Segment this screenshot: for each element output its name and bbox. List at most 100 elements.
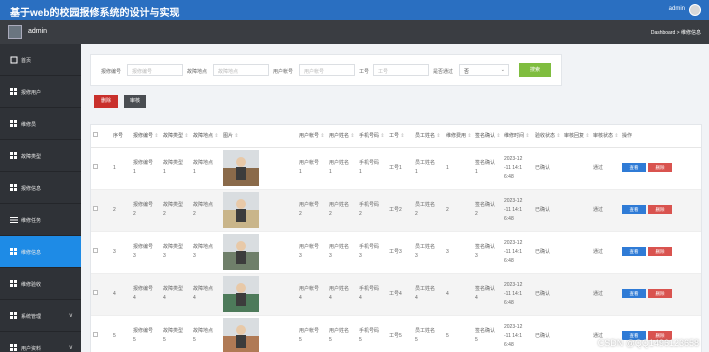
repair-photo[interactable] — [223, 276, 259, 312]
column-header[interactable]: 员工姓名 ⇕ — [413, 125, 444, 148]
cell-worker-no: 工号4 — [387, 273, 413, 316]
column-header[interactable]: 图片 ⇕ — [221, 125, 297, 148]
repair-photo[interactable] — [223, 192, 259, 228]
grid-icon — [10, 152, 18, 160]
cell-staff: 员工姓名 1 — [413, 147, 444, 190]
top-bar: 基于web的校园报修系统的设计与实现 admin — [0, 0, 709, 20]
cell-worker-no: 工号5 — [387, 315, 413, 352]
search-button[interactable]: 搜索 — [519, 63, 551, 77]
column-header-label: 员工姓名 — [415, 133, 436, 140]
column-header[interactable]: 故障地点 ⇕ — [191, 125, 221, 148]
column-header[interactable]: 用户姓名 ⇕ — [327, 125, 357, 148]
sidebar-item[interactable]: 故障类型 — [0, 140, 81, 172]
grid-icon — [10, 248, 18, 256]
view-button[interactable]: 查看 — [622, 163, 646, 172]
row-checkbox[interactable] — [93, 163, 98, 169]
column-header[interactable]: 验收状态 ⇕ — [533, 125, 562, 148]
sort-icon: ⇕ — [184, 133, 189, 140]
sidebar-item-label: 报修信息 — [21, 186, 42, 192]
row-actions: 查看 删除 — [620, 231, 701, 274]
grid-icon — [10, 280, 18, 288]
bulk-delete-button[interactable]: 删除 — [94, 95, 118, 108]
sidebar-item-label: 维修信息 — [21, 250, 42, 256]
chevron-down-icon: ∨ — [68, 313, 73, 319]
cell-user-name: 用户姓名 4 — [327, 273, 357, 316]
cell-staff: 员工姓名 3 — [413, 231, 444, 274]
worker-no-label: 工号 — [359, 69, 370, 75]
repair-no-input[interactable]: 报修编号 — [127, 64, 183, 76]
cell-user-name: 用户姓名 2 — [327, 189, 357, 232]
delete-button[interactable]: 删除 — [648, 289, 672, 298]
table-row[interactable]: 3 报修编号 3 故障类型 3 故障地点 3 用户帐号 3 用户姓名 3 手机号码 3 工号3… — [91, 231, 701, 274]
table-row[interactable]: 2 报修编号 2 故障类型 2 故障地点 2 用户帐号 2 用户姓名 2 手机号码 2 工号2… — [91, 189, 701, 232]
row-checkbox[interactable] — [93, 289, 98, 295]
column-header[interactable]: 报修编号 ⇕ — [131, 125, 161, 148]
current-user[interactable]: admin — [669, 6, 685, 12]
column-header[interactable]: 用户帐号 ⇕ — [297, 125, 327, 148]
sidebar-item[interactable]: 用户资料 ∨ — [0, 332, 81, 352]
cell-account: 用户帐号 4 — [297, 273, 327, 316]
repair-photo[interactable] — [223, 234, 259, 270]
cell-accept: 已确认 — [533, 147, 562, 190]
column-header-label: 故障类型 — [163, 133, 184, 140]
repair-photo[interactable] — [223, 150, 259, 186]
cell-repair-no: 报修编号 3 — [131, 231, 161, 274]
column-header[interactable]: 审核状态 ⇕ — [591, 125, 620, 148]
cell-time: 2023-12 -11 14:1 6:48 — [502, 231, 533, 274]
table-row[interactable]: 4 报修编号 4 故障类型 4 故障地点 4 用户帐号 4 用户姓名 4 手机号码 4 工号4… — [91, 273, 701, 316]
sidebar-item[interactable]: 报修信息 — [0, 172, 81, 204]
repair-no-label: 报修编号 — [101, 69, 122, 75]
cell-fault-loc: 故障地点 4 — [191, 273, 221, 316]
admin-logo-icon — [8, 25, 22, 39]
row-select-cell — [91, 231, 111, 274]
sidebar-item[interactable]: 维修信息 — [0, 236, 81, 268]
view-button[interactable]: 查看 — [622, 205, 646, 214]
repair-photo[interactable] — [223, 318, 259, 352]
view-button[interactable]: 查看 — [622, 247, 646, 256]
column-header[interactable]: 手机号码 ⇕ — [357, 125, 387, 148]
user-avatar[interactable] — [689, 4, 701, 16]
breadcrumb[interactable]: Dashboard > 维修信息 — [651, 29, 701, 36]
passed-select[interactable]: 否 ⌄ — [459, 64, 509, 76]
sidebar-item[interactable]: 维修任务 — [0, 204, 81, 236]
row-checkbox[interactable] — [93, 247, 98, 253]
account-input[interactable]: 用户帐号 — [299, 64, 355, 76]
cell-repair-no: 报修编号 5 — [131, 315, 161, 352]
select-all-cell — [91, 125, 111, 148]
select-all-checkbox[interactable] — [93, 132, 98, 138]
search-panel: 报修编号 报修编号 故障地点 故障地点 用户帐号 用户帐号 工号 工号 是否通过… — [90, 54, 562, 86]
column-header[interactable]: 工号 ⇕ — [387, 125, 413, 148]
column-header-label: 手机号码 — [359, 133, 380, 140]
column-header[interactable]: 审核回复 ⇕ — [562, 125, 591, 148]
bulk-audit-button[interactable]: 审核 — [124, 95, 146, 108]
table-row[interactable]: 1 报修编号 1 故障类型 1 故障地点 1 用户帐号 1 用户姓名 1 手机号码 1 工号1… — [91, 147, 701, 190]
view-button[interactable]: 查看 — [622, 289, 646, 298]
column-header[interactable]: 故障类型 ⇕ — [161, 125, 191, 148]
column-header[interactable]: 维修时间 ⇕ — [502, 125, 533, 148]
delete-button[interactable]: 删除 — [648, 163, 672, 172]
cell-staff: 员工姓名 2 — [413, 189, 444, 232]
delete-button[interactable]: 删除 — [648, 205, 672, 214]
grid-icon — [10, 344, 18, 352]
row-checkbox[interactable] — [93, 331, 98, 337]
cell-fault-type: 故障类型 3 — [161, 231, 191, 274]
row-checkbox[interactable] — [93, 205, 98, 211]
chevron-down-icon: ⌄ — [500, 67, 505, 73]
sidebar-item[interactable]: 维修验收 — [0, 268, 81, 300]
sidebar: admin 首页 报修用户 维修员 故障类型 报修信息 维修任务 维修信息 维修验收 系统管理 ∨… — [0, 20, 81, 352]
column-header[interactable]: 维修费用 ⇕ — [444, 125, 473, 148]
sidebar-item[interactable]: 系统管理 ∨ — [0, 300, 81, 332]
photo-cell — [221, 147, 297, 190]
sidebar-item[interactable]: 维修员 — [0, 108, 81, 140]
worker-no-input[interactable]: 工号 — [373, 64, 429, 76]
column-header[interactable]: 签名确认 ⇕ — [473, 125, 502, 148]
column-header-label: 用户姓名 — [329, 133, 350, 140]
cell-status: 通过 — [591, 231, 620, 274]
delete-button[interactable]: 删除 — [648, 247, 672, 256]
sidebar-item[interactable]: 首页 — [0, 44, 81, 76]
cell-accept: 已确认 — [533, 273, 562, 316]
cell-fee: 3 — [444, 231, 473, 274]
fault-location-input[interactable]: 故障地点 — [213, 64, 269, 76]
cell-reply — [562, 147, 591, 190]
sidebar-item[interactable]: 报修用户 — [0, 76, 81, 108]
